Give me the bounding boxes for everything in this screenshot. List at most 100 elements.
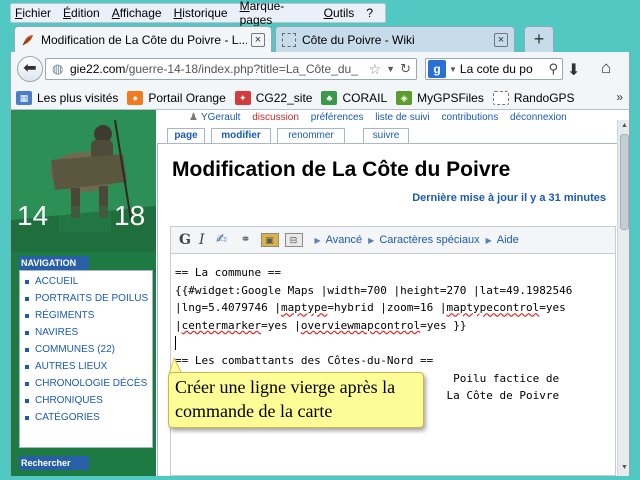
advanced-link[interactable]: Avancé <box>326 234 363 246</box>
bookmark-plus-visites[interactable]: ▦ Les plus visités <box>16 90 118 105</box>
menu-outils[interactable]: Outils <box>324 6 355 20</box>
page-scrollbar[interactable]: ▲ ▼ <box>617 120 629 476</box>
scroll-down-icon[interactable]: ▼ <box>621 464 628 471</box>
google-icon[interactable]: g <box>428 60 446 78</box>
tab-cote-du-poivre[interactable]: Côte du Poivre - Wiki × <box>275 26 515 52</box>
nav-item-portraits[interactable]: PORTRAITS DE POILUS <box>22 292 150 306</box>
bookmarks-folder-icon: ▦ <box>16 90 32 105</box>
home-icon[interactable]: ⌂ <box>601 58 611 78</box>
menu-historique[interactable]: Historique <box>174 6 228 20</box>
mygps-icon: ◈ <box>396 90 413 105</box>
expand-triangle-icon: ▶ <box>314 235 321 245</box>
tab-modification[interactable]: Modification de La Côte du Poivre - L...… <box>14 26 272 52</box>
user-link[interactable]: YGerault <box>201 112 240 123</box>
download-icon[interactable]: ⬇ <box>567 60 580 80</box>
bookmark-star-icon[interactable]: ☆ <box>369 61 382 78</box>
callout-pointer-fill <box>170 359 181 373</box>
navigation-header: NAVIGATION <box>19 256 89 270</box>
back-button[interactable]: ⬅ <box>17 56 43 82</box>
address-bar[interactable]: ◍ gie22.com/guerre-14-18/index.php?title… <box>45 58 417 80</box>
bullet-icon <box>25 399 29 403</box>
nav-item-chronologie[interactable]: CHRONOLOGIE DÉCÈS <box>22 377 150 391</box>
wiki-leaf-icon <box>22 34 33 45</box>
new-tab-button[interactable]: + <box>524 26 554 52</box>
bookmarks-more-icon[interactable]: » <box>616 90 623 104</box>
menu-bar: Fichier Édition Affichage Historique Mar… <box>10 0 386 27</box>
bookmark-corail[interactable]: ♣ CORAIL <box>321 90 387 105</box>
italic-button[interactable]: I <box>199 232 205 248</box>
close-tab-icon[interactable]: × <box>494 32 508 47</box>
expand-triangle-icon: ▶ <box>368 235 375 245</box>
watchlist-link[interactable]: liste de suivi <box>375 112 429 123</box>
contributions-link[interactable]: contributions <box>442 112 499 123</box>
bullet-icon <box>25 314 29 318</box>
bookmarks-bar: ▦ Les plus visités ● Portail Orange ✦ CG… <box>10 86 630 110</box>
preferences-link[interactable]: préférences <box>311 112 364 123</box>
history-dropdown-icon[interactable]: ▼ <box>386 64 395 74</box>
bold-button[interactable]: G <box>179 232 191 248</box>
menu-affichage[interactable]: Affichage <box>112 6 162 20</box>
tab-page[interactable]: page <box>167 128 205 143</box>
help-link[interactable]: Aide <box>497 234 519 246</box>
tab-suivre[interactable]: suivre <box>363 128 409 143</box>
bullet-icon <box>25 365 29 369</box>
bullet-icon <box>25 416 29 420</box>
text-caret <box>175 336 176 351</box>
close-tab-icon[interactable]: × <box>251 32 265 47</box>
nav-item-navires[interactable]: NAVIRES <box>22 326 150 340</box>
nav-item-accueil[interactable]: ACCUEIL <box>22 275 150 289</box>
left-column: 14 18 NAVIGATION ACCUEIL PORTRAITS DE PO… <box>11 110 156 476</box>
reference-icon[interactable]: ⊟ <box>284 233 303 247</box>
cg22-icon: ✦ <box>234 90 251 105</box>
reload-icon[interactable]: ↻ <box>400 61 411 77</box>
special-chars-link[interactable]: Caractères spéciaux <box>379 234 479 246</box>
tab-label: Côte du Poivre - Wiki <box>302 32 415 47</box>
menu-help[interactable]: ? <box>366 6 373 20</box>
personal-links: ♟ YGerault discussion préférences liste d… <box>189 112 576 123</box>
nav-item-regiments[interactable]: RÉGIMENTS <box>22 309 150 323</box>
scrollbar-thumb[interactable] <box>620 134 629 230</box>
menu-edition[interactable]: Édition <box>63 6 100 20</box>
scroll-up-icon[interactable]: ▲ <box>621 122 628 129</box>
menu-marque-pages[interactable]: Marque-pages <box>240 0 312 27</box>
logo-left-number: 14 <box>17 200 49 231</box>
url-text: gie22.com/guerre-14-18/index.php?title=L… <box>70 62 358 76</box>
tab-renommer[interactable]: renommer <box>277 128 345 143</box>
bookmark-randogps[interactable]: RandoGPS <box>492 90 575 105</box>
logout-link[interactable]: déconnexion <box>510 112 567 123</box>
search-bar[interactable]: g ▼ La cote du po ⚲ <box>425 58 563 80</box>
bookmark-mygpsfiles[interactable]: ◈ MyGPSFiles <box>396 90 484 105</box>
bullet-icon <box>25 297 29 301</box>
nav-item-categories[interactable]: CATÉGORIES <box>22 411 150 425</box>
link-icon[interactable]: ⚭ <box>237 233 255 247</box>
tab-label: Modification de La Côte du Poivre - L... <box>41 32 247 47</box>
edit-toolbar: G I ✍ ⚭ ▣ ⊟ ▶ Avancé ▶ Caractères spécia… <box>170 226 616 254</box>
image-icon[interactable]: ▣ <box>260 233 279 247</box>
user-icon: ♟ <box>189 112 198 123</box>
bullet-icon <box>25 280 29 284</box>
annotation-callout: Créer une ligne vierge après la commande… <box>168 372 424 428</box>
site-logo[interactable]: 14 18 <box>11 110 156 252</box>
page-title: Modification de La Côte du Poivre <box>172 158 511 181</box>
signature-icon[interactable]: ✍ <box>213 232 231 247</box>
nav-toolbar: ⬅ ◍ gie22.com/guerre-14-18/index.php?tit… <box>10 52 630 86</box>
bullet-icon <box>25 382 29 386</box>
nav-item-autres-lieux[interactable]: AUTRES LIEUX <box>22 360 150 374</box>
bookmark-portail-orange[interactable]: ● Portail Orange <box>127 90 226 105</box>
navigation-list: ACCUEIL PORTRAITS DE POILUS RÉGIMENTS NA… <box>19 270 153 448</box>
search-icon[interactable]: ⚲ <box>548 61 558 77</box>
nav-item-chroniques[interactable]: CHRONIQUES <box>22 394 150 408</box>
discussion-link[interactable]: discussion <box>252 112 299 123</box>
page-icon <box>282 32 296 47</box>
wikitext-editor[interactable]: == La commune == {{#widget:Google Maps |… <box>170 254 616 476</box>
bookmark-cg22[interactable]: ✦ CG22_site <box>234 90 312 105</box>
menu-fichier[interactable]: Fichier <box>15 6 51 20</box>
search-header: Rechercher <box>19 456 89 470</box>
nav-item-communes[interactable]: COMMUNES (22) <box>22 343 150 357</box>
expand-triangle-icon: ▶ <box>485 235 492 245</box>
tab-modifier[interactable]: modifier <box>211 128 271 143</box>
search-query[interactable]: La cote du po <box>460 62 549 76</box>
engine-dropdown-icon[interactable]: ▼ <box>449 65 457 74</box>
bullet-icon <box>25 348 29 352</box>
last-updated: Dernière mise à jour il y a 31 minutes <box>412 192 606 204</box>
